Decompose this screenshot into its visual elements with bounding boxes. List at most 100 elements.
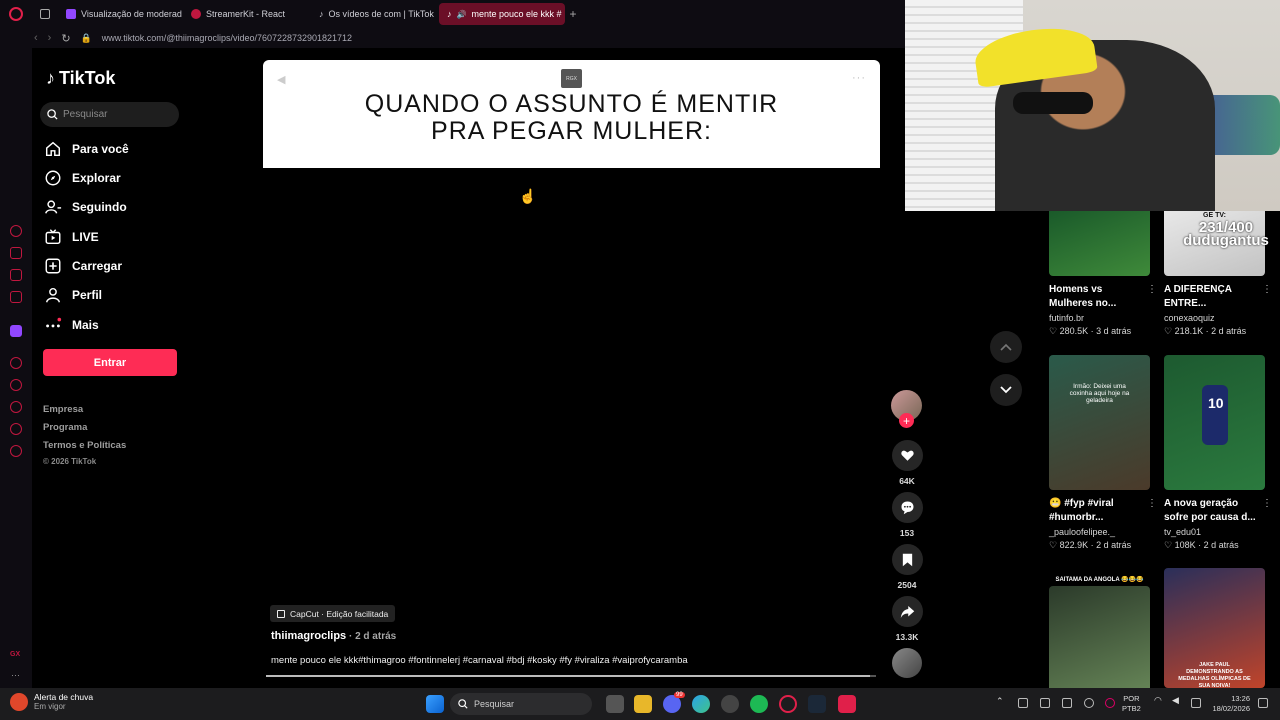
previous-video-button[interactable] [990, 331, 1022, 363]
show-hidden-icons[interactable]: ⌃ [996, 696, 1006, 706]
tab-2[interactable]: ♪ Os vídeos de com | TikTok [311, 3, 439, 25]
rec-thumbnail[interactable] [1049, 586, 1150, 702]
save-action[interactable]: 2504 [891, 544, 923, 590]
taskbar-search[interactable]: Pesquisar [450, 693, 592, 715]
opera-side-panel: GX ··· [0, 48, 32, 688]
clock[interactable]: 13:26 18/02/2026 [1206, 694, 1250, 714]
tray-icon[interactable] [1018, 698, 1028, 708]
address-bar: ‹ › ↻ 🔒 www.tiktok.com/@thiimagroclips/v… [0, 28, 905, 48]
opera-gx-icon[interactable] [779, 695, 797, 713]
edge-icon[interactable] [692, 695, 710, 713]
browser-tab-bar: Visualização de moderad StreamerKit - Re… [0, 0, 905, 28]
tray-icon[interactable] [1040, 698, 1050, 708]
rec-item[interactable]: JAKE PAUL DEMONSTRANDO AS MEDALHAS OLÍMP… [1164, 568, 1265, 688]
follow-button[interactable]: + [899, 413, 914, 428]
app-icon[interactable] [838, 695, 856, 713]
video-progress-bar[interactable] [266, 675, 876, 677]
twitch-app-icon[interactable] [10, 325, 22, 337]
next-video-button[interactable] [990, 374, 1022, 406]
twitch-icon [66, 9, 76, 19]
speed-dial-icon[interactable] [10, 225, 22, 237]
capcut-badge[interactable]: CapCut · Edição facilitada [270, 605, 396, 622]
rec-item[interactable]: Homens vs Mulheres no... ⋮ futinfo.br ♡ 2… [1049, 211, 1157, 337]
messenger-icon[interactable] [10, 291, 22, 303]
opera-gx-logo[interactable] [0, 0, 32, 28]
tab-1[interactable]: StreamerKit - React [183, 3, 311, 25]
rec-item[interactable]: Irmão: Deixei uma coxinha aqui hoje na g… [1049, 355, 1157, 551]
footer-link-termos[interactable]: Termos e Políticas [43, 440, 126, 451]
rec-author[interactable]: tv_edu01 [1164, 527, 1265, 537]
tab-pinned[interactable] [32, 3, 58, 25]
more-options-icon[interactable]: ··· [852, 72, 866, 84]
weather-widget[interactable]: Alerta de chuva Em vigor [10, 692, 93, 711]
rec-more-icon[interactable]: ⋮ [1262, 498, 1272, 509]
heart-icon[interactable] [10, 379, 22, 391]
history-icon[interactable] [10, 401, 22, 413]
like-action[interactable]: 64K [891, 440, 923, 486]
footer-link-empresa[interactable]: Empresa [43, 404, 83, 415]
like-count: 64K [899, 476, 915, 486]
share-action[interactable]: 13.3K [891, 596, 923, 642]
start-button[interactable] [426, 695, 444, 713]
task-view-icon[interactable] [606, 695, 624, 713]
back-icon[interactable]: ‹ [34, 32, 38, 44]
rec-author[interactable]: conexaoquiz [1164, 313, 1265, 323]
rec-thumbnail[interactable] [1049, 211, 1150, 276]
rec-author[interactable]: _pauloofelipee._ [1049, 527, 1150, 537]
nav-carregar[interactable]: Carregar [44, 257, 122, 275]
search-input[interactable]: Pesquisar [40, 102, 179, 127]
comment-action[interactable]: 153 [891, 492, 923, 538]
rec-thumbnail[interactable]: 10 [1164, 355, 1265, 490]
new-tab-button[interactable]: + [565, 6, 581, 22]
rec-item[interactable]: 10 A nova geração sofre por causa d... ⋮ … [1164, 355, 1272, 551]
tab-3-active[interactable]: ♪ 🔊 mente pouco ele kkk # [439, 3, 565, 25]
gx-control-icon[interactable] [10, 247, 22, 259]
rec-thumbnail[interactable]: Irmão: Deixei uma coxinha aqui hoje na g… [1049, 355, 1150, 490]
file-explorer-icon[interactable] [634, 695, 652, 713]
video-player[interactable]: ◀ RGX ··· QUANDO O ASSUNTO É MENTIR PRA … [263, 60, 880, 678]
obs-icon[interactable] [721, 695, 739, 713]
volume-icon[interactable]: ◀ [1172, 695, 1182, 705]
nav-para-voce[interactable]: Para você [44, 140, 129, 158]
nav-live[interactable]: LIVE [44, 228, 99, 246]
tray-icon[interactable] [1062, 698, 1072, 708]
url-text[interactable]: www.tiktok.com/@thiimagroclips/video/760… [102, 33, 352, 43]
reload-icon[interactable]: ↻ [61, 32, 70, 45]
sound-avatar[interactable] [892, 648, 922, 678]
volume-icon[interactable]: ◀ [277, 73, 285, 86]
tray-icon[interactable] [1084, 698, 1094, 708]
notifications-icon[interactable] [1258, 698, 1268, 708]
forward-icon[interactable]: › [48, 32, 52, 44]
login-button[interactable]: Entrar [43, 349, 177, 376]
twitch-side-icon[interactable] [10, 269, 22, 281]
live-icon [45, 229, 61, 245]
tab-0[interactable]: Visualização de moderad [58, 3, 183, 25]
footer-link-programa[interactable]: Programa [43, 422, 87, 433]
rec-more-icon[interactable]: ⋮ [1147, 498, 1157, 509]
battery-icon[interactable] [1191, 698, 1201, 708]
more-icon[interactable]: ··· [11, 670, 20, 680]
settings-icon[interactable] [10, 445, 22, 457]
extensions-icon[interactable] [10, 423, 22, 435]
rec-author[interactable]: futinfo.br [1049, 313, 1150, 323]
spotify-icon[interactable] [750, 695, 768, 713]
rec-item[interactable]: GE TV: 231/400 dudugantus A DIFERENÇA ENTR… [1164, 211, 1272, 337]
steam-icon[interactable] [808, 695, 826, 713]
rec-more-icon[interactable]: ⋮ [1147, 284, 1157, 295]
rec-thumbnail[interactable]: JAKE PAUL DEMONSTRANDO AS MEDALHAS OLÍMP… [1164, 568, 1265, 688]
mic-icon[interactable] [1105, 698, 1115, 708]
player-icon[interactable] [10, 357, 22, 369]
streamer-overlay: 231/400 dudugantus [1183, 219, 1269, 249]
rec-item[interactable]: SAITAMA DA ANGOLA 😂😂😂 [1049, 568, 1150, 702]
gx-label[interactable]: GX [10, 651, 20, 658]
nav-seguindo[interactable]: Seguindo [44, 198, 127, 216]
rec-meta: ♡ 822.9K · 2 d atrás [1049, 540, 1132, 550]
nav-mais[interactable]: Mais [44, 316, 99, 334]
nav-explorar[interactable]: Explorar [44, 169, 121, 187]
nav-perfil[interactable]: Perfil [44, 286, 102, 304]
wifi-icon[interactable]: ◠ [1154, 695, 1164, 705]
rec-more-icon[interactable]: ⋮ [1262, 284, 1272, 295]
video-author[interactable]: thiimagroclips · 2 d atrás [271, 630, 396, 642]
language-indicator[interactable]: POR PTB2 [1122, 694, 1141, 714]
tiktok-logo[interactable]: ♪ TikTok [46, 68, 115, 89]
